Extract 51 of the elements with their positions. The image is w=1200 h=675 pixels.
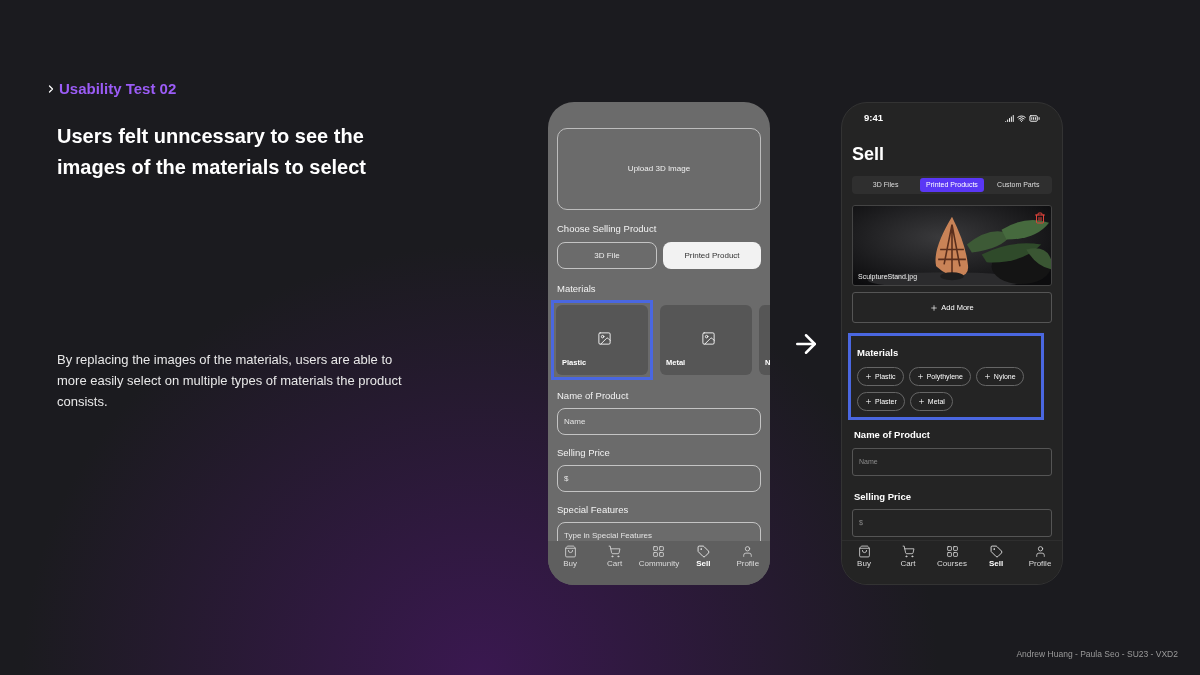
section-label: Materials <box>857 347 899 359</box>
trash-icon[interactable] <box>1034 212 1046 225</box>
product-option[interactable]: Printed Product <box>663 242 761 270</box>
plus-icon <box>916 373 924 381</box>
cart-icon <box>901 545 915 558</box>
field-label: Name of Product <box>854 428 931 443</box>
signal-icon <box>1005 113 1014 123</box>
upload-image-area[interactable]: Upload 3D Image <box>557 128 761 210</box>
footer-credit: Andrew Huang - Paula Seo - SU23 - VXD2 <box>1016 648 1178 661</box>
nav-tab[interactable]: Buy <box>842 545 886 568</box>
plus-icon <box>865 398 872 406</box>
field-label: Selling Price <box>854 489 913 504</box>
plus-icon <box>983 373 991 381</box>
image-icon <box>596 330 612 346</box>
section-label: Choose Selling Product <box>557 222 658 236</box>
nav-tab[interactable]: Sell <box>974 545 1018 568</box>
image-icon <box>700 330 716 346</box>
description: By replacing the images of the materials, users are able to more easily select on multiple types of materials the product consists. <box>57 350 402 411</box>
grid-icon <box>945 545 959 558</box>
nav-tab[interactable]: Cart <box>592 545 637 568</box>
field-label: Name of Product <box>557 388 630 403</box>
field-label: Special Features <box>557 503 630 517</box>
text-field[interactable]: $ <box>557 465 761 492</box>
screen-title: Sell <box>852 145 886 164</box>
cart-icon <box>608 545 622 558</box>
person-icon <box>741 545 755 558</box>
wifi-icon <box>1017 113 1026 123</box>
grid-icon <box>652 545 666 558</box>
plus-icon <box>865 373 872 381</box>
plus-icon <box>917 398 925 406</box>
section-label: Materials <box>557 282 597 297</box>
nav-tab[interactable]: Sell <box>681 545 726 568</box>
plus-icon <box>930 303 939 312</box>
nav-tab[interactable]: Courses <box>930 545 974 568</box>
field-label: Selling Price <box>557 445 611 460</box>
bag-icon <box>563 545 577 558</box>
nav-tab[interactable]: Community <box>636 545 681 568</box>
nav-tab[interactable]: Profile <box>725 545 770 568</box>
status-time: 9:41 <box>864 111 883 125</box>
text-field[interactable]: Name <box>557 407 761 435</box>
nav-tab[interactable]: Buy <box>548 545 593 568</box>
section-heading: Usability Test 02 <box>59 79 177 99</box>
nav-tab[interactable]: Profile <box>1018 545 1062 568</box>
bag-icon <box>857 545 871 558</box>
nav-tab[interactable]: Cart <box>886 545 930 568</box>
product-option[interactable]: 3D File <box>557 242 657 270</box>
tag-icon <box>696 545 710 558</box>
battery-icon <box>1029 112 1040 124</box>
tag-icon <box>989 545 1003 558</box>
person-icon <box>1033 545 1047 558</box>
headline: Users felt unncessary to see the images of the materials to select <box>57 123 367 180</box>
